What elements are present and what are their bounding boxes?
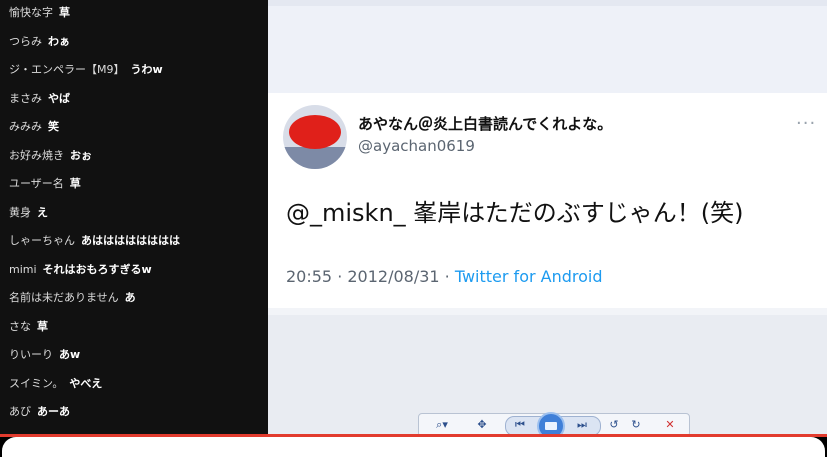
slideshow-icon [545, 422, 557, 430]
chat-message: さな草 [9, 317, 48, 337]
chat-text: 草 [69, 177, 81, 190]
chat-text: 草 [37, 319, 48, 333]
chat-text: あはははははははは [81, 234, 180, 247]
chat-text: あーあ [37, 405, 70, 418]
tweet-meta: 20:55 · 2012/08/31 · Twitter for Android [286, 267, 603, 286]
chat-message: まさみ やば [9, 89, 70, 109]
tweet-card: あやなん＠炎上白書読んでくれよな。 @ayachan0619 ··· @_mis… [268, 93, 827, 318]
chat-text: やば [48, 91, 70, 105]
chat-username: つらみ [9, 34, 42, 48]
chat-text: うわw [130, 63, 163, 76]
chat-message: ジ・エンペラー【M9】 うわw [9, 60, 163, 80]
handle[interactable]: @ayachan0619 [358, 137, 475, 155]
chat-text: あ [124, 291, 136, 304]
more-options-icon[interactable]: ··· [796, 113, 816, 134]
chat-username: 黄身 [9, 205, 31, 219]
chat-username: mimi [9, 262, 37, 276]
chat-text: 笑 [48, 120, 59, 133]
image-viewer: あやなん＠炎上白書読んでくれよな。 @ayachan0619 ··· @_mis… [268, 0, 827, 440]
chat-panel: 愉快な字草つらみ わぁ ジ・エンペラー【M9】 うわw まさみ やば みみみ笑お好み焼き おぉ… [0, 0, 268, 436]
bottom-sheet [2, 437, 825, 457]
chat-username: お好み焼き [9, 148, 64, 162]
chat-message: ユーザー名草 [9, 174, 81, 194]
chat-text: おぉ [70, 148, 92, 162]
chat-text: 草 [59, 6, 70, 19]
chat-username: あび [9, 405, 31, 418]
rotate-left-icon[interactable]: ↺ [603, 416, 625, 434]
tweet-timestamp: 20:55 · 2012/08/31 · [286, 267, 455, 286]
chat-message: スイミン。 やべえ [9, 374, 102, 394]
chat-username: まさみ [9, 91, 42, 105]
chat-message: 愉快な字草 [9, 3, 70, 23]
chat-message: あび あーあ [9, 402, 70, 422]
chat-message: つらみ わぁ [9, 32, 70, 52]
display-name[interactable]: あやなん＠炎上白書読んでくれよな。 [358, 113, 612, 134]
chat-message: お好み焼き おぉ [9, 146, 92, 166]
chat-text: あw [59, 348, 81, 361]
chat-message: しゃーちゃん あはははははははは [9, 231, 180, 251]
chat-message: mimi それはおもろすぎるw [9, 260, 152, 280]
actual-size-icon[interactable]: ✥ [471, 416, 493, 434]
chat-username: 愉快な字 [9, 6, 53, 19]
chat-message: りいーり あw [9, 345, 80, 365]
chat-username: しゃーちゃん [9, 234, 75, 247]
previous-icon[interactable]: ⏮ [509, 416, 531, 434]
chat-username: ジ・エンペラー【M9】 [9, 63, 125, 76]
chat-username: りいーり [9, 348, 53, 361]
chat-username: ユーザー名 [9, 177, 64, 190]
delete-icon[interactable]: ✕ [659, 416, 681, 434]
chat-message: 名前は未だありませんあ [9, 288, 136, 308]
zoom-icon[interactable]: ⌕▾ [431, 416, 453, 434]
chat-username: スイミン。 [9, 376, 64, 390]
chat-text: それはおもろすぎるw [42, 262, 152, 276]
chat-text: え [37, 205, 48, 219]
chat-username: 名前は未だありません [9, 291, 119, 304]
chat-message: みみみ笑 [9, 117, 59, 137]
tweet-client-link[interactable]: Twitter for Android [455, 267, 603, 286]
chat-text: わぁ [48, 34, 70, 48]
redaction-blob [289, 115, 341, 149]
previous-tweet-fragment [268, 0, 827, 93]
rotate-right-icon[interactable]: ↻ [625, 416, 647, 434]
avatar[interactable] [283, 105, 347, 169]
chat-username: さな [9, 319, 31, 333]
chat-username: みみみ [9, 120, 42, 133]
next-icon[interactable]: ⏭ [571, 416, 593, 434]
chat-message: 黄身え [9, 203, 48, 223]
tweet-text: @_miskn_ 峯岸はただのぶすじゃん！(笑) [286, 199, 744, 227]
chat-text: やべえ [69, 376, 103, 390]
